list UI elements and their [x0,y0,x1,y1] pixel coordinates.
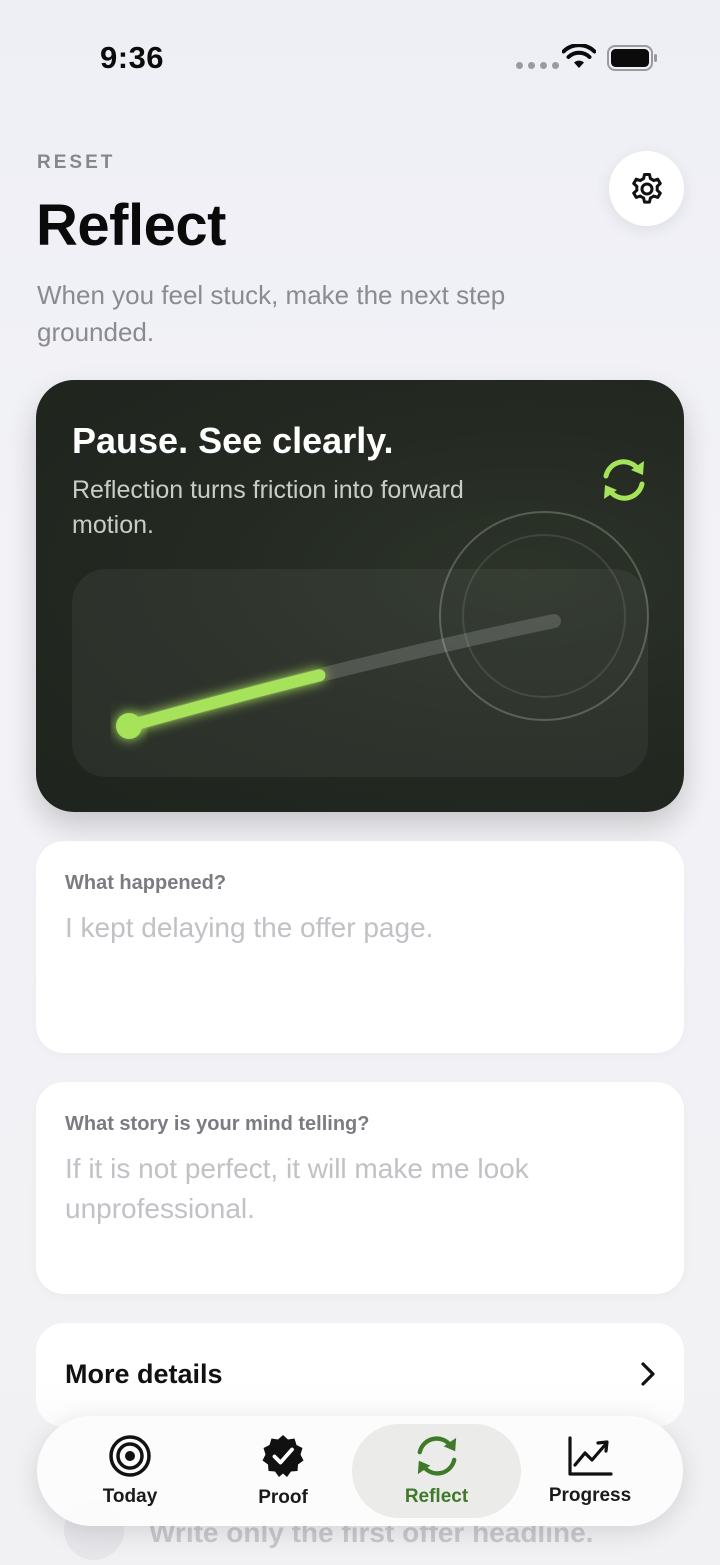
entry-label: What story is your mind telling? [65,1113,370,1135]
target-icon [109,1435,151,1477]
tab-label: Today [102,1486,158,1507]
hero-progress-graphic [116,511,649,739]
signal-dots-icon [516,62,559,69]
tab-reflect[interactable]: Reflect [352,1424,521,1518]
page-title: Reflect [36,193,226,258]
mind-story-input[interactable]: If it is not perfect, it will make me lo… [65,1149,645,1229]
status-time: 9:36 [100,40,165,75]
what-happened-input[interactable]: I kept delaying the offer page. [65,908,645,948]
chevron-right-icon [641,1362,655,1386]
tab-today[interactable]: Today [69,1416,191,1526]
more-details-row[interactable]: More details [36,1323,684,1427]
settings-button[interactable] [609,151,684,226]
entry-label: What happened? [65,872,227,894]
section-eyebrow: RESET [37,152,116,173]
hero-card: Pause. See clearly. Reflection turns fri… [36,380,684,812]
entry-card-what-happened[interactable]: What happened? I kept delaying the offer… [36,841,684,1053]
more-details-label: More details [65,1359,223,1389]
tab-progress[interactable]: Progress [537,1416,643,1526]
verified-badge-icon [262,1435,304,1477]
entry-card-mind-story[interactable]: What story is your mind telling? If it i… [36,1082,684,1294]
page-subtitle: When you feel stuck, make the next step … [37,280,506,347]
status-bar: 9:36 [0,0,720,110]
wifi-icon [562,44,596,68]
chart-line-icon [568,1436,613,1476]
tab-label: Reflect [404,1486,469,1507]
gear-icon [631,172,662,204]
tab-bar: Today Proof Reflect Progress [37,1416,683,1526]
refresh-icon [417,1436,456,1476]
battery-icon [607,45,657,71]
tab-proof[interactable]: Proof [221,1416,345,1526]
progress-start-dot [116,713,142,739]
tab-label: Progress [548,1485,632,1506]
tab-label: Proof [258,1487,308,1508]
